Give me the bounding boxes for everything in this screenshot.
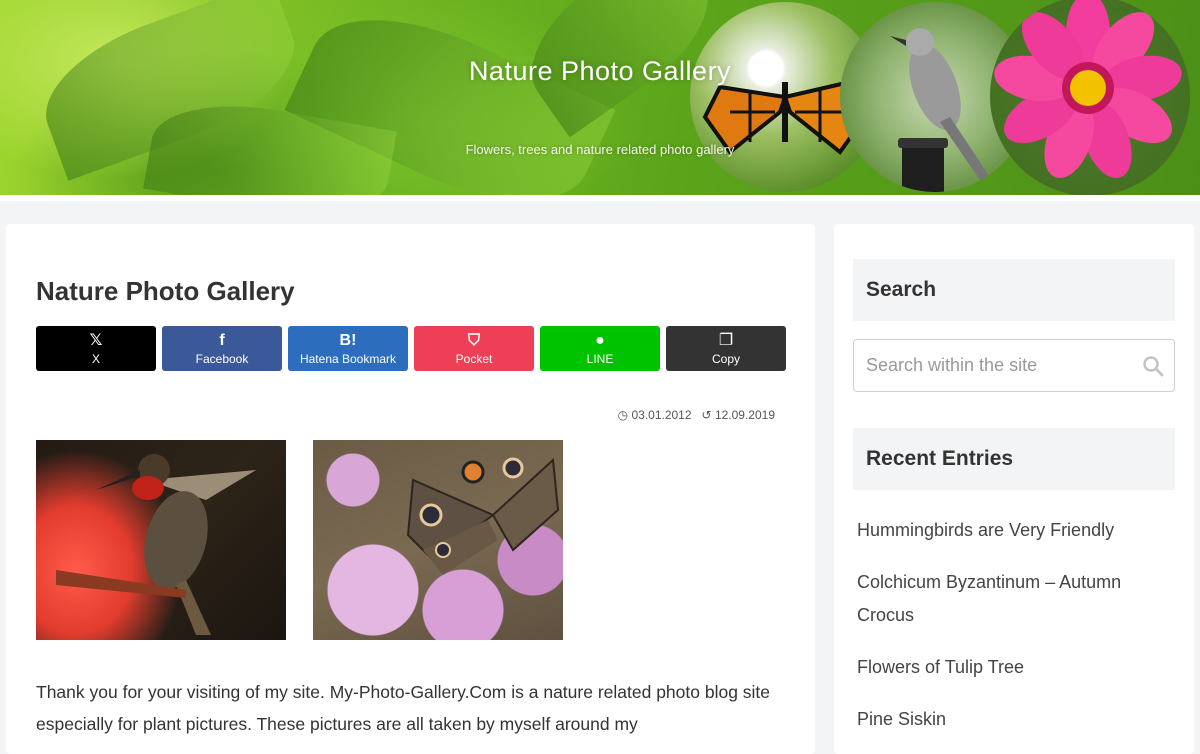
line-icon: ●: [595, 331, 605, 349]
share-label: LINE: [586, 351, 614, 366]
share-label: Hatena Bookmark: [299, 351, 397, 366]
site-description: Flowers, trees and nature related photo …: [465, 142, 735, 157]
published-date-value: 03.01.2012: [631, 408, 692, 422]
share-facebook-button[interactable]: f Facebook: [162, 326, 282, 371]
updated-date-value: 12.09.2019: [714, 408, 775, 422]
share-pocket-button[interactable]: ⛉ Pocket: [414, 326, 534, 371]
recent-entries-heading: Recent Entries: [853, 428, 1175, 490]
share-label: Copy: [711, 351, 740, 366]
share-label: Pocket: [455, 351, 493, 366]
recent-entry-link[interactable]: Flowers of Tulip Tree: [857, 651, 1167, 684]
entry-title: Nature Photo Gallery: [36, 276, 295, 306]
header-divider: [0, 195, 1200, 201]
search-icon[interactable]: [1142, 355, 1164, 377]
updated-date: ↺ 12.09.2019: [702, 408, 775, 422]
copy-icon: ❐: [718, 331, 734, 349]
site-title[interactable]: Nature Photo Gallery: [0, 56, 1200, 87]
recent-entry-link[interactable]: Colchicum Byzantinum – Autumn Crocus: [857, 566, 1167, 632]
main-content: Nature Photo Gallery 𝕏 X f Facebook B! H…: [6, 224, 815, 754]
history-icon: ↺: [701, 408, 712, 422]
recent-entry-link[interactable]: Pine Siskin: [857, 703, 1167, 736]
share-hatena-button[interactable]: B! Hatena Bookmark: [288, 326, 408, 371]
article-body: Thank you for your visiting of my site. …: [36, 682, 771, 734]
share-line-button[interactable]: ● LINE: [540, 326, 660, 371]
share-x-button[interactable]: 𝕏 X: [36, 326, 156, 371]
facebook-icon: f: [219, 331, 225, 349]
share-label: Facebook: [195, 351, 249, 366]
published-date: ◷ 03.01.2012: [618, 408, 692, 422]
search-widget-heading: Search: [853, 259, 1175, 321]
recent-entries-list: Hummingbirds are Very Friendly Colchicum…: [857, 514, 1167, 736]
sidebar: Search Search within the site Recent Ent…: [834, 224, 1194, 754]
share-label: X: [91, 351, 100, 366]
search-placeholder: Search within the site: [866, 355, 1038, 375]
hummingbird-photo[interactable]: [36, 440, 286, 640]
zinnia-photo: [990, 0, 1190, 195]
site-header: Nature Photo Gallery Flowers, trees and …: [0, 0, 1200, 195]
buckeye-butterfly-photo[interactable]: [313, 440, 563, 640]
x-logo-icon: 𝕏: [89, 331, 103, 349]
clock-icon: ◷: [617, 408, 629, 422]
hatena-icon: B!: [339, 331, 357, 349]
pocket-icon: ⛉: [467, 331, 480, 349]
post-dates: ◷ 03.01.2012 ↺ 12.09.2019: [618, 408, 775, 422]
share-buttons: 𝕏 X f Facebook B! Hatena Bookmark ⛉ Pock…: [36, 326, 786, 371]
recent-entry-link[interactable]: Hummingbirds are Very Friendly: [857, 514, 1167, 547]
search-input[interactable]: Search within the site: [853, 339, 1175, 392]
share-copy-button[interactable]: ❐ Copy: [666, 326, 786, 371]
